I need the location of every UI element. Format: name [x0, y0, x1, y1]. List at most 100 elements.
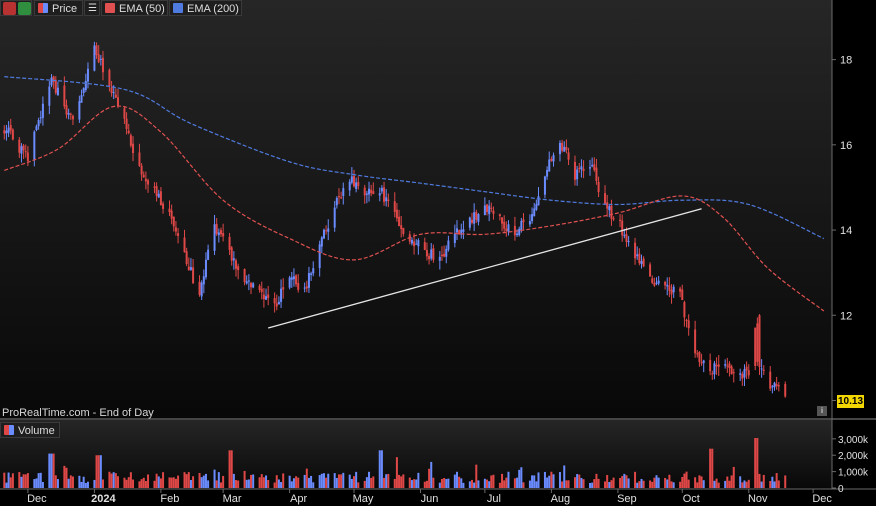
volume-bar [267, 480, 270, 488]
candle-body [348, 181, 351, 191]
volume-bar [486, 479, 489, 488]
volume-bar [69, 475, 72, 488]
candle-body [621, 220, 624, 236]
volume-bar [483, 478, 486, 488]
volume-bar [679, 481, 682, 488]
price-up-icon[interactable] [18, 2, 31, 15]
volume-bar [185, 474, 188, 488]
candle-body [754, 327, 757, 366]
candle-body [350, 176, 353, 183]
candle-body [756, 323, 759, 362]
candle-body [144, 178, 147, 182]
candle-body [357, 182, 360, 187]
candle-body [108, 69, 111, 87]
candle-body [516, 233, 519, 235]
volume-bar [460, 478, 463, 488]
volume-bar [200, 477, 203, 488]
candle-body [483, 205, 486, 215]
volume-bar [561, 481, 564, 488]
candle-body [711, 373, 714, 375]
volume-bar [385, 474, 388, 488]
candle-body [438, 256, 441, 261]
volume-bar [777, 480, 780, 488]
volume-bar [717, 482, 720, 488]
candle-body [402, 227, 405, 234]
candle-body [593, 164, 596, 170]
volume-bar [754, 438, 757, 488]
volume-bar [773, 481, 776, 488]
volume-bar [383, 477, 386, 488]
candle-body [642, 258, 645, 267]
volume-bar [310, 475, 313, 488]
candle-body [771, 386, 774, 388]
volume-bar [473, 482, 476, 488]
candle-body [488, 205, 491, 215]
volume-bar [490, 475, 493, 488]
volume-bar [713, 480, 716, 488]
x-tick-label: Sep [617, 493, 637, 505]
settings-menu[interactable]: ☰ [84, 0, 100, 16]
candle-body [140, 165, 143, 175]
legend-ema50[interactable]: EMA (50) [101, 0, 168, 16]
info-icon[interactable]: i [817, 406, 827, 416]
candle-body [185, 251, 188, 265]
volume-bar [578, 474, 581, 488]
candle-body [518, 228, 521, 236]
volume-bar [142, 477, 145, 488]
legend-price[interactable]: Price [34, 0, 83, 16]
legend-volume[interactable]: Volume [0, 422, 60, 438]
candle-body [142, 174, 145, 178]
volume-bar [380, 450, 383, 488]
volume-bar [741, 482, 744, 488]
candle-body [413, 241, 416, 247]
volume-bar [589, 482, 591, 488]
candle-body [355, 182, 358, 189]
candle-body [694, 329, 697, 354]
candle-body [80, 95, 83, 103]
candle-body [664, 281, 667, 286]
volume-bar [71, 476, 74, 488]
volume-bar [280, 482, 283, 488]
candle-body [745, 366, 748, 371]
x-tick-label: Dec [27, 493, 47, 505]
candle-body [65, 105, 68, 115]
volume-bar [318, 475, 321, 488]
volume-bar [189, 479, 192, 488]
volume-bar [440, 478, 443, 488]
x-tick-label: Jul [487, 493, 501, 505]
volume-bar [192, 476, 195, 488]
candle-body [168, 208, 171, 213]
legend-ema200[interactable]: EMA (200) [169, 0, 242, 16]
volume-bar [685, 471, 688, 488]
candle-body [95, 45, 98, 56]
candle-body [342, 188, 345, 196]
candle-body [741, 373, 744, 379]
volume-bar [312, 482, 315, 488]
candle-body [35, 126, 38, 131]
candle-body [415, 243, 418, 245]
candle-body [69, 113, 72, 115]
candle-body [320, 237, 323, 247]
candle-body [177, 233, 180, 236]
volume-bar [758, 473, 761, 488]
price-swatch-icon [38, 3, 48, 13]
candle-body [653, 282, 656, 286]
candle-body [732, 372, 735, 374]
candle-body [537, 196, 540, 206]
candle-body [743, 369, 746, 378]
candle-body [713, 363, 716, 375]
candle-body [174, 227, 177, 232]
volume-y-tick-label: 1,000k [838, 468, 869, 479]
volume-bar [37, 473, 40, 488]
volume-bar [565, 480, 568, 488]
candle-body [153, 186, 156, 188]
volume-bar [518, 469, 521, 488]
volume-bar [455, 471, 458, 488]
candle-body [535, 204, 538, 210]
volume-bar [438, 482, 441, 488]
candle-body [280, 288, 283, 302]
volume-bar [353, 476, 355, 488]
volume-bar [129, 472, 132, 488]
volume-bar [138, 481, 141, 488]
price-down-icon[interactable] [3, 2, 16, 15]
